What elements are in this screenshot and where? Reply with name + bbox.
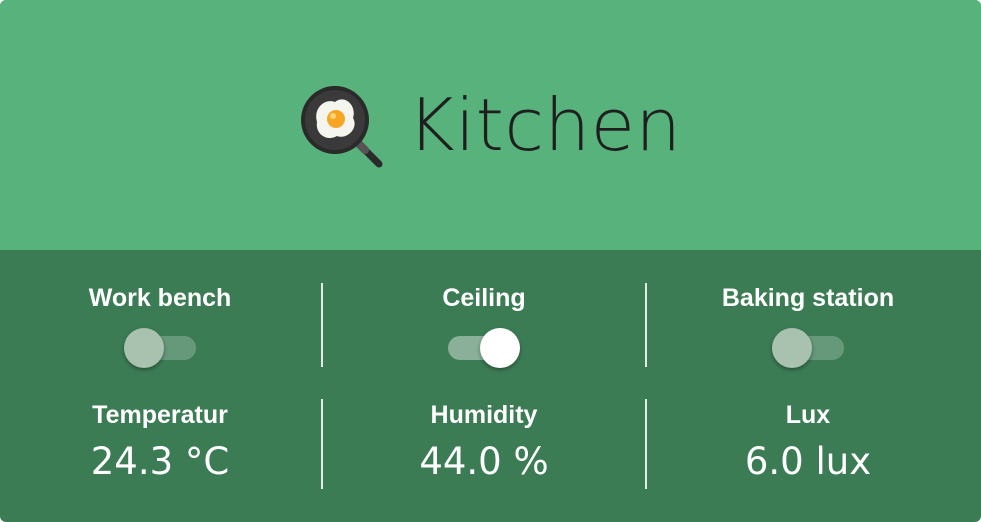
sensor-label: Temperatur bbox=[92, 401, 228, 429]
work-bench-toggle[interactable] bbox=[124, 328, 196, 368]
divider bbox=[321, 283, 323, 367]
switch-ceiling: Ceiling bbox=[324, 282, 644, 368]
sensor-label: Lux bbox=[785, 401, 831, 429]
card-header: Kitchen bbox=[0, 0, 981, 250]
switch-label: Work bench bbox=[88, 284, 232, 312]
baking-station-toggle[interactable] bbox=[772, 328, 844, 368]
sensor-label: Humidity bbox=[430, 401, 538, 429]
entity-grid: Work bench Ceiling Baking station Temper… bbox=[0, 250, 981, 522]
switch-baking-station: Baking station bbox=[648, 282, 968, 368]
frying-pan-egg-icon bbox=[301, 86, 383, 168]
switch-label: Baking station bbox=[721, 284, 895, 312]
sensor-value: 6.0 lux bbox=[744, 440, 872, 483]
divider bbox=[321, 399, 323, 489]
title-row: Kitchen bbox=[0, 0, 981, 250]
divider bbox=[645, 399, 647, 489]
sensor-humidity[interactable]: Humidity 44.0 % bbox=[324, 399, 644, 489]
divider bbox=[645, 283, 647, 367]
toggle-knob bbox=[480, 328, 520, 368]
toggle-knob bbox=[124, 328, 164, 368]
sensor-lux[interactable]: Lux 6.0 lux bbox=[648, 399, 968, 489]
switch-work-bench: Work bench bbox=[0, 282, 320, 368]
switch-label: Ceiling bbox=[442, 284, 526, 312]
room-title: Kitchen bbox=[407, 83, 682, 167]
toggle-knob bbox=[772, 328, 812, 368]
sensor-value: 24.3 °C bbox=[90, 440, 230, 483]
sensor-temperature[interactable]: Temperatur 24.3 °C bbox=[0, 399, 320, 489]
ceiling-toggle[interactable] bbox=[448, 328, 520, 368]
room-card: Kitchen Work bench Ceiling Baking statio… bbox=[0, 0, 981, 522]
sensor-value: 44.0 % bbox=[419, 440, 549, 483]
